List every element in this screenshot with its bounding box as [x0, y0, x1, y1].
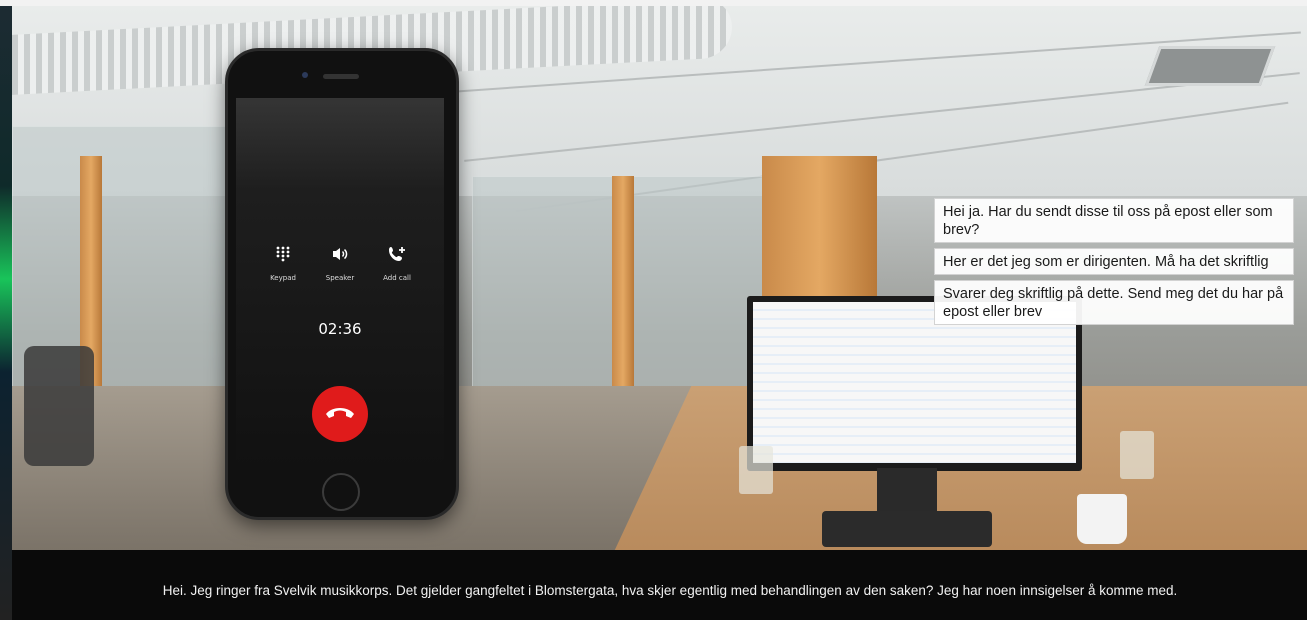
add-call-label: Add call [383, 274, 411, 282]
keypad-button[interactable]: Keypad [258, 246, 308, 282]
dialogue-option[interactable]: Svarer deg skriftlig på dette. Send meg … [934, 280, 1294, 325]
add-call-button[interactable]: Add call [372, 246, 422, 282]
background-strip [0, 0, 12, 620]
add-call-icon [372, 246, 422, 266]
dialogue-option[interactable]: Her er det jeg som er dirigenten. Må ha … [934, 248, 1294, 275]
call-timer: 02:36 [318, 320, 362, 338]
subtitle-caption: Hei. Jeg ringer fra Svelvik musikkorps. … [162, 583, 1178, 598]
dialogue-options: Hei ja. Har du sendt disse til oss på ep… [934, 198, 1294, 330]
wood-panel [762, 156, 877, 306]
pen-cup [739, 446, 773, 494]
end-call-button[interactable] [312, 386, 368, 442]
ceiling-vent [1144, 46, 1276, 86]
speaker-icon [315, 246, 365, 266]
front-camera [302, 72, 308, 78]
call-screen: Keypad Speaker Add call 02:36 [236, 98, 444, 468]
office-chair [24, 346, 94, 466]
monitor-base [822, 511, 992, 547]
home-button [322, 473, 360, 511]
speaker-label: Speaker [325, 274, 355, 282]
wood-pillar [612, 176, 634, 396]
speaker-button[interactable]: Speaker [315, 246, 365, 282]
earpiece [323, 74, 359, 79]
coffee-mug [1077, 494, 1127, 544]
hang-up-icon [324, 404, 356, 424]
smartphone: Keypad Speaker Add call 02:36 [225, 48, 459, 520]
keypad-icon [258, 246, 308, 266]
keypad-label: Keypad [270, 274, 296, 282]
pen-cup [1120, 431, 1154, 479]
dialogue-option[interactable]: Hei ja. Har du sendt disse til oss på ep… [934, 198, 1294, 243]
call-actions: Keypad Speaker Add call [236, 246, 444, 282]
